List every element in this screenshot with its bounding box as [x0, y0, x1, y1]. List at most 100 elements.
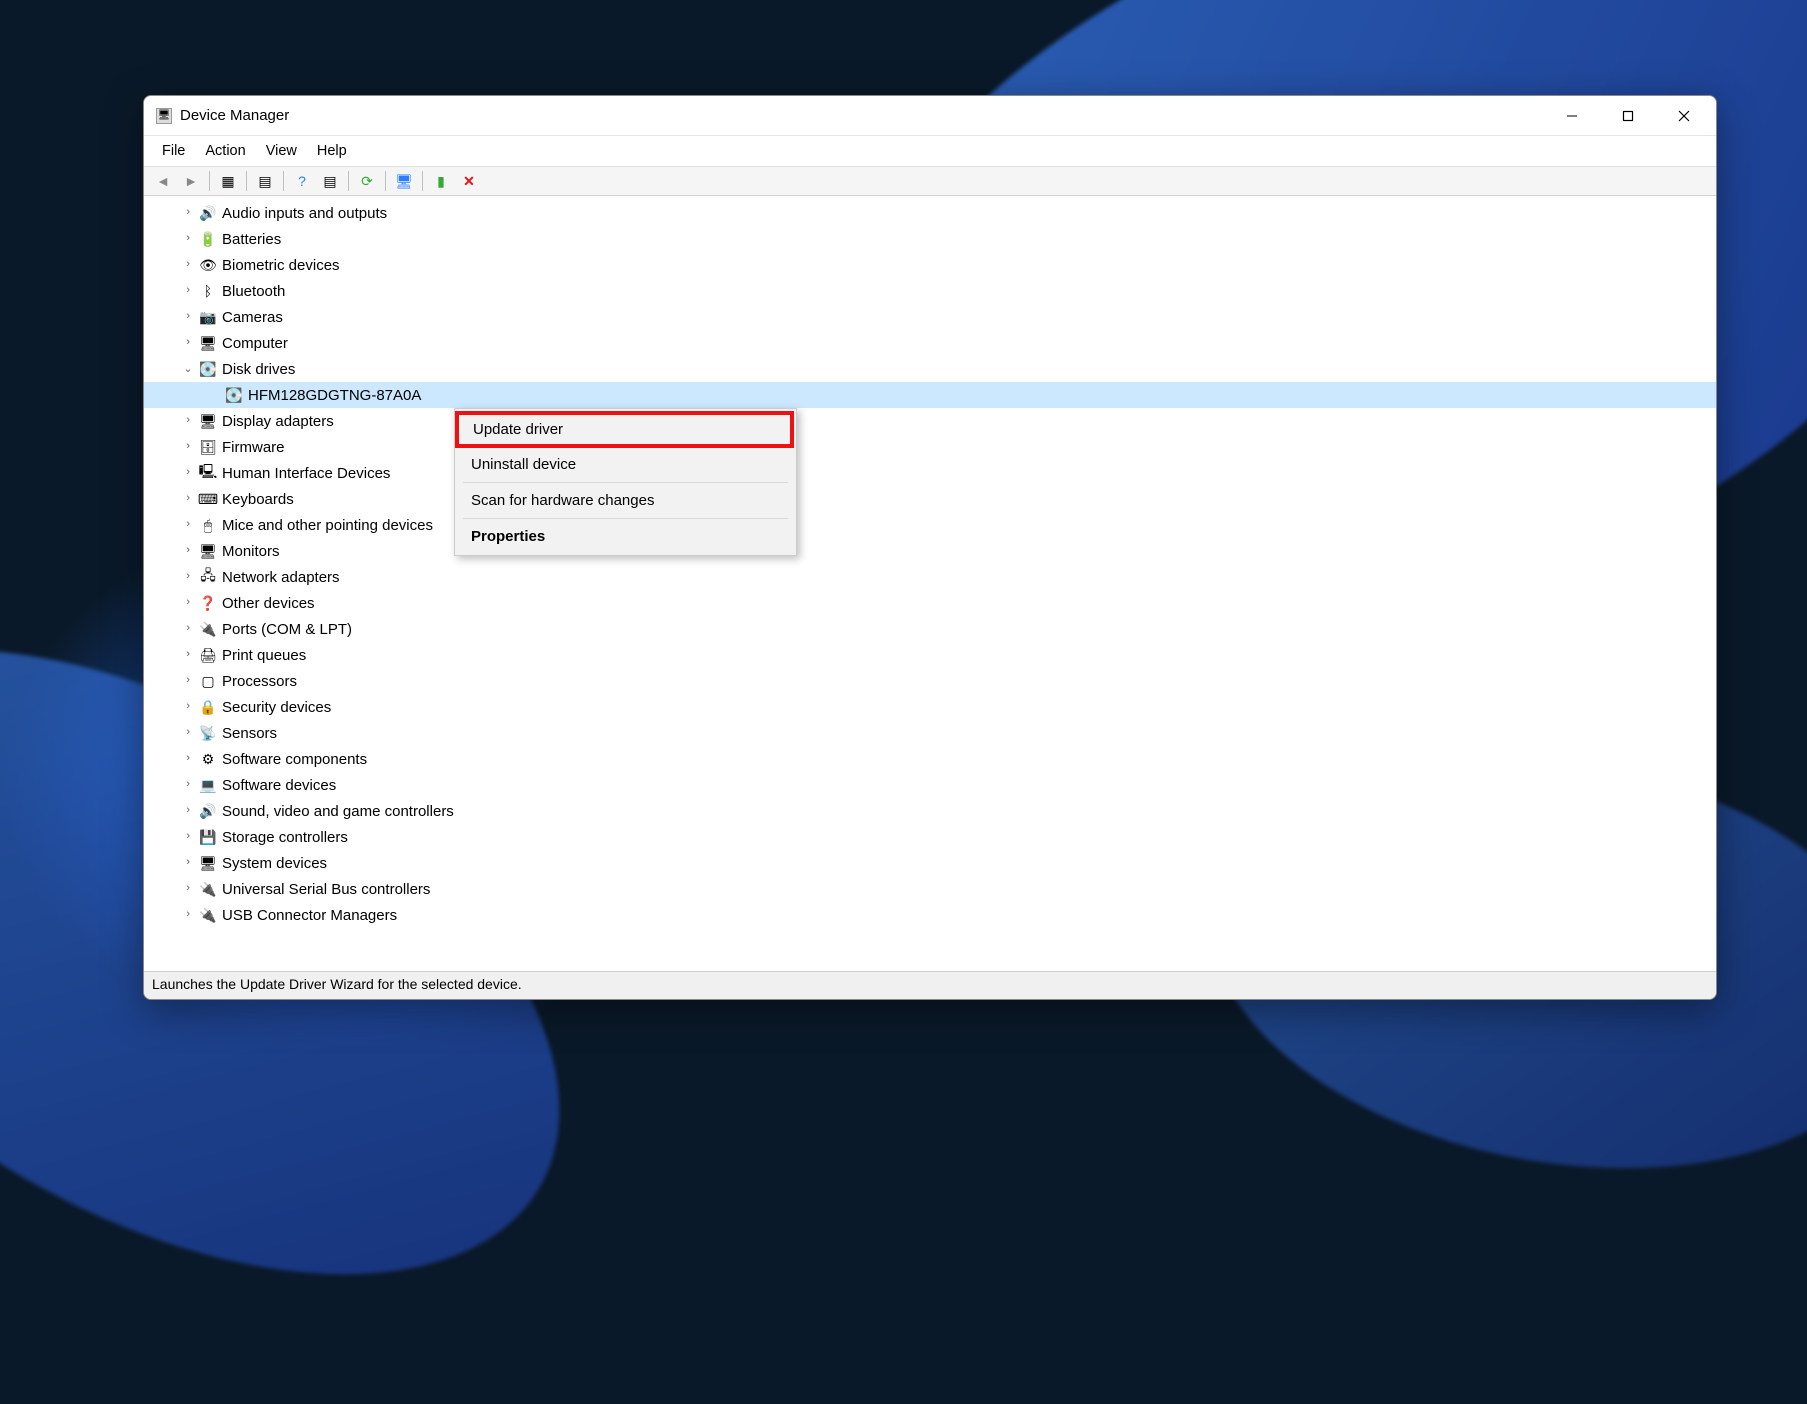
expand-icon[interactable]: › — [180, 207, 196, 219]
category-label: Human Interface Devices — [222, 465, 390, 482]
tree-category[interactable]: ›📷Cameras — [144, 304, 1716, 330]
forward-button[interactable]: ► — [178, 169, 204, 193]
tree-category[interactable]: ›📡Sensors — [144, 720, 1716, 746]
category-icon: ❓ — [198, 594, 218, 612]
expand-icon[interactable]: › — [180, 831, 196, 843]
expand-icon[interactable]: › — [180, 285, 196, 297]
tree-device[interactable]: 💽HFM128GDGTNG-87A0A — [144, 382, 1716, 408]
expand-icon[interactable]: › — [180, 701, 196, 713]
minimize-button[interactable] — [1544, 97, 1600, 135]
tree-category[interactable]: ›🖥System devices — [144, 850, 1716, 876]
tree-category[interactable]: ›🔌Universal Serial Bus controllers — [144, 876, 1716, 902]
expand-icon[interactable]: › — [180, 597, 196, 609]
context-menu-item[interactable]: Properties — [457, 522, 794, 551]
expand-icon[interactable]: › — [180, 233, 196, 245]
tree-category[interactable]: ›⚙Software components — [144, 746, 1716, 772]
close-button[interactable] — [1656, 97, 1712, 135]
expand-icon[interactable]: › — [180, 857, 196, 869]
tree-category[interactable]: ›🖱Mice and other pointing devices — [144, 512, 1716, 538]
tree-category[interactable]: ›🖧Network adapters — [144, 564, 1716, 590]
category-icon: 💾 — [198, 828, 218, 846]
category-label: Batteries — [222, 231, 281, 248]
tree-category[interactable]: ›🔋Batteries — [144, 226, 1716, 252]
expand-icon[interactable]: › — [180, 727, 196, 739]
expand-icon[interactable]: › — [180, 493, 196, 505]
expand-icon[interactable]: › — [180, 467, 196, 479]
category-icon: 👁 — [198, 256, 218, 274]
menu-action[interactable]: Action — [195, 139, 255, 163]
maximize-button[interactable] — [1600, 97, 1656, 135]
expand-icon[interactable]: › — [180, 441, 196, 453]
category-label: Disk drives — [222, 361, 295, 378]
tree-category[interactable]: ›🔊Sound, video and game controllers — [144, 798, 1716, 824]
tree-category[interactable]: ›🗄Firmware — [144, 434, 1716, 460]
tree-category[interactable]: ›🖨Print queues — [144, 642, 1716, 668]
tree-category[interactable]: ›💾Storage controllers — [144, 824, 1716, 850]
tree-category[interactable]: ›🖥Monitors — [144, 538, 1716, 564]
properties-icon[interactable]: ▤ — [252, 169, 278, 193]
tree-category[interactable]: ›❓Other devices — [144, 590, 1716, 616]
expand-icon[interactable]: › — [180, 649, 196, 661]
statusbar: Launches the Update Driver Wizard for th… — [144, 971, 1716, 999]
tree-category[interactable]: ›ᛒBluetooth — [144, 278, 1716, 304]
expand-icon[interactable]: › — [180, 259, 196, 271]
tree-category[interactable]: ›🖥Display adapters — [144, 408, 1716, 434]
expand-icon[interactable]: › — [180, 337, 196, 349]
expand-icon[interactable]: › — [180, 805, 196, 817]
menu-file[interactable]: File — [152, 139, 195, 163]
category-label: Sound, video and game controllers — [222, 803, 454, 820]
expand-icon[interactable]: › — [180, 415, 196, 427]
expand-icon[interactable]: › — [180, 311, 196, 323]
tree-category[interactable]: ⌄💽Disk drives — [144, 356, 1716, 382]
show-hidden-icon[interactable]: ▦ — [215, 169, 241, 193]
category-label: Network adapters — [222, 569, 340, 586]
device-tree[interactable]: ›🔊Audio inputs and outputs›🔋Batteries›👁B… — [144, 196, 1716, 971]
help-icon[interactable]: ? — [289, 169, 315, 193]
expand-icon[interactable]: › — [180, 779, 196, 791]
device-manager-window: 🖥 Device Manager File Action View Help ◄… — [143, 95, 1717, 1000]
category-icon: ▢ — [198, 672, 218, 690]
titlebar[interactable]: 🖥 Device Manager — [144, 96, 1716, 136]
expand-icon[interactable]: › — [180, 753, 196, 765]
enable-device-icon[interactable]: ▮ — [428, 169, 454, 193]
expand-icon[interactable]: › — [180, 571, 196, 583]
category-label: Software components — [222, 751, 367, 768]
tree-category[interactable]: ›🔌USB Connector Managers — [144, 902, 1716, 928]
context-menu-item[interactable]: Uninstall device — [457, 450, 794, 479]
expand-icon[interactable]: › — [180, 675, 196, 687]
back-button[interactable]: ◄ — [150, 169, 176, 193]
tree-category[interactable]: ›💻Software devices — [144, 772, 1716, 798]
list-icon[interactable]: ▤ — [317, 169, 343, 193]
tree-category[interactable]: ›🔌Ports (COM & LPT) — [144, 616, 1716, 642]
category-label: Mice and other pointing devices — [222, 517, 433, 534]
expand-icon[interactable]: › — [180, 909, 196, 921]
category-label: Display adapters — [222, 413, 334, 430]
category-icon: 🔋 — [198, 230, 218, 248]
tree-category[interactable]: ›🖳Human Interface Devices — [144, 460, 1716, 486]
tree-category[interactable]: ›⌨Keyboards — [144, 486, 1716, 512]
category-icon: 📡 — [198, 724, 218, 742]
device-label: HFM128GDGTNG-87A0A — [248, 387, 421, 404]
tree-category[interactable]: ›🖥Computer — [144, 330, 1716, 356]
scan-hardware-icon[interactable]: 🖥 — [391, 169, 417, 193]
menu-help[interactable]: Help — [307, 139, 357, 163]
tree-category[interactable]: ›▢Processors — [144, 668, 1716, 694]
category-icon: 🖥 — [198, 542, 218, 560]
context-menu-item[interactable]: Update driver — [455, 411, 794, 448]
update-driver-icon[interactable]: ⟳ — [354, 169, 380, 193]
category-icon: 🖨 — [198, 646, 218, 664]
category-label: Sensors — [222, 725, 277, 742]
category-icon: 🖧 — [198, 568, 218, 586]
expand-icon[interactable]: › — [180, 545, 196, 557]
category-label: Audio inputs and outputs — [222, 205, 387, 222]
expand-icon[interactable]: › — [180, 623, 196, 635]
context-menu-item[interactable]: Scan for hardware changes — [457, 486, 794, 515]
tree-category[interactable]: ›👁Biometric devices — [144, 252, 1716, 278]
tree-category[interactable]: ›🔒Security devices — [144, 694, 1716, 720]
expand-icon[interactable]: › — [180, 883, 196, 895]
expand-icon[interactable]: › — [180, 519, 196, 531]
collapse-icon[interactable]: ⌄ — [180, 362, 196, 376]
tree-category[interactable]: ›🔊Audio inputs and outputs — [144, 200, 1716, 226]
menu-view[interactable]: View — [256, 139, 307, 163]
uninstall-device-icon[interactable]: ✕ — [456, 169, 482, 193]
